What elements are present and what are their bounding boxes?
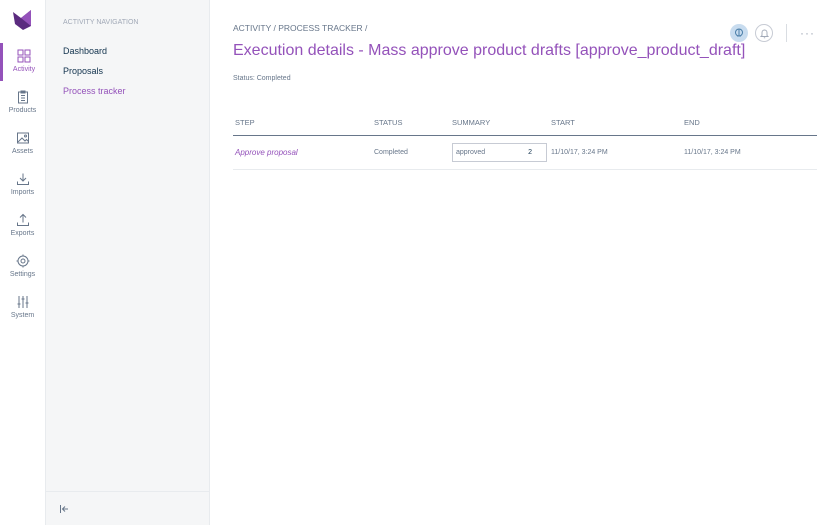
gear-icon [16,254,29,268]
sub-nav-item-proposals[interactable]: Proposals [63,66,103,76]
step-status: Completed [374,149,408,156]
breadcrumb-activity[interactable]: ACTIVITY [233,23,271,33]
sliders-icon [17,296,28,308]
brain-icon [735,28,743,37]
menu-label-products: Products [8,107,37,114]
execution-status: Status: Completed [233,75,291,82]
menu-label-activity: Activity [12,66,36,73]
column-header-end: END [684,118,700,127]
execution-steps-table: STEP STATUS SUMMARY START END Approve pr… [233,110,817,170]
notifications-button[interactable] [755,24,773,42]
download-icon [16,173,29,185]
summary-value: 2 [528,149,532,156]
summary-key: approved [456,149,486,156]
main-menu: Activity Products Assets Imports Exports… [0,0,46,525]
collapse-panel-icon[interactable] [59,504,69,514]
step-start-time: 11/10/17, 3:24 PM [551,149,608,156]
main-content: ACTIVITY / PROCESS TRACKER / ··· Executi… [210,0,840,525]
menu-item-activity[interactable]: Activity [0,43,45,81]
help-button[interactable] [730,24,748,42]
column-header-start: START [551,118,575,127]
column-header-step: STEP [235,118,255,127]
sub-nav-item-dashboard[interactable]: Dashboard [63,46,107,56]
menu-label-assets: Assets [11,148,33,155]
clipboard-icon [17,90,28,104]
menu-label-exports: Exports [10,230,35,237]
breadcrumb: ACTIVITY / PROCESS TRACKER / [233,23,367,33]
header-divider [786,24,787,42]
upload-icon [16,213,29,226]
menu-label-settings: Settings [9,271,36,278]
image-icon [16,132,29,144]
menu-item-products[interactable]: Products [0,84,45,122]
menu-item-system[interactable]: System [0,289,45,327]
menu-item-assets[interactable]: Assets [0,125,45,163]
grid-icon [17,49,31,63]
breadcrumb-separator: / [273,23,276,33]
sub-nav-title: ACTIVITY NAVIGATION [63,19,139,26]
bell-icon [759,29,770,39]
menu-item-exports[interactable]: Exports [0,207,45,245]
akeneo-logo[interactable] [11,8,35,32]
menu-item-settings[interactable]: Settings [0,248,45,286]
column-header-status: STATUS [374,118,403,127]
table-header: STEP STATUS SUMMARY START END [233,110,817,136]
sub-nav-item-process-tracker[interactable]: Process tracker [63,86,126,96]
step-end-time: 11/10/17, 3:24 PM [684,149,741,156]
menu-label-system: System [10,312,35,319]
sub-nav-footer [46,491,209,525]
column-header-summary: SUMMARY [452,118,491,127]
breadcrumb-process-tracker[interactable]: PROCESS TRACKER [278,23,362,33]
step-name-link[interactable]: Approve proposal [235,148,298,157]
menu-label-imports: Imports [10,189,35,196]
more-options-button[interactable]: ··· [800,26,815,40]
step-summary: approved 2 [452,143,547,162]
activity-navigation-panel: ACTIVITY NAVIGATION Dashboard Proposals … [46,0,210,525]
menu-item-imports[interactable]: Imports [0,166,45,204]
table-row: Approve proposal Completed approved 2 11… [233,136,817,170]
page-title: Execution details - Mass approve product… [233,42,746,59]
breadcrumb-separator: / [365,23,368,33]
